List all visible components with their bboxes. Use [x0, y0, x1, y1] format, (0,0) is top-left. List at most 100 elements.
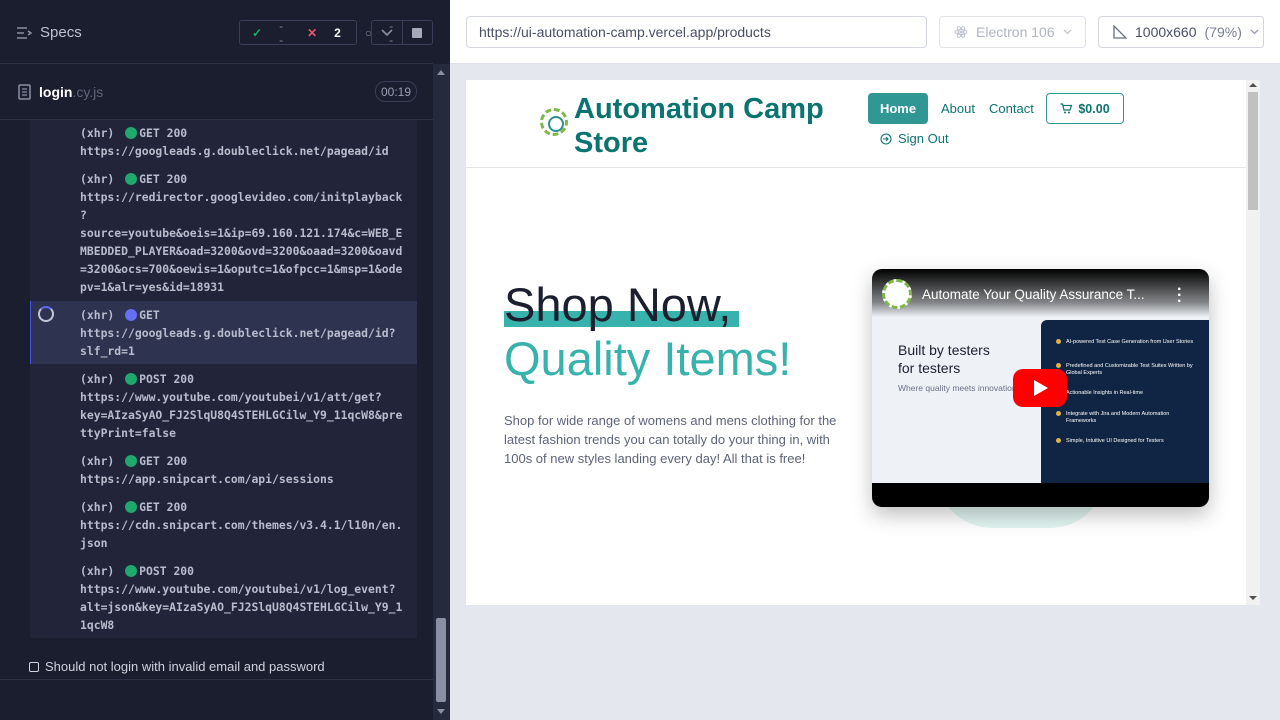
spec-file[interactable]: login.cy.js [18, 84, 103, 100]
status-pending-icon [125, 309, 138, 321]
test-item[interactable]: Should not login with invalid email and … [0, 650, 433, 680]
status-success-icon [125, 173, 138, 185]
log-entry[interactable]: (xhr) POST 200 https://www.youtube.com/y… [30, 370, 417, 442]
hero-heading-line2: Quality Items! [504, 332, 792, 385]
log-url-line: key=AIzaSyAO_FJ2SlqU8Q4STEHLGCilw_Y9_11q… [80, 408, 403, 422]
log-method: GET 200 [139, 126, 188, 140]
specs-list-icon [17, 26, 32, 39]
stop-button[interactable] [403, 21, 433, 44]
log-url-line: alt=json&key=AIzaSyAO_FJ2SlqU8Q4STEHLGCi… [80, 600, 403, 614]
command-log: (xhr) GET 200 https://googleads.g.double… [30, 120, 417, 638]
scrollbar-thumb[interactable] [1248, 92, 1258, 210]
test-title: Should not login with invalid email and … [45, 659, 325, 674]
feature-item: Integrate with Jira and Modern Automatio… [1056, 411, 1201, 425]
app-under-test-panel: https://ui-automation-camp.vercel.app/pr… [450, 0, 1280, 720]
hero-heading-line1: Shop Now, [504, 278, 739, 332]
aut-header: https://ui-automation-camp.vercel.app/pr… [450, 0, 1280, 64]
youtube-video-embed[interactable]: Built by testers for testers Where qualit… [872, 269, 1209, 507]
feature-item: Predefined and Customizable Test Suites … [1056, 363, 1201, 377]
status-success-icon [125, 455, 138, 467]
browser-name: Electron 106 [976, 24, 1055, 40]
scroll-up-arrow-icon[interactable] [1249, 83, 1257, 87]
cart-icon [1060, 103, 1073, 114]
log-method: GET [139, 308, 160, 322]
log-method: POST 200 [139, 372, 195, 386]
log-entry-active[interactable]: (xhr) GET https://googleads.g.doubleclic… [30, 301, 417, 364]
log-type: (xhr) [80, 372, 115, 386]
scrollbar-thumb[interactable] [436, 618, 446, 702]
scroll-up-arrow-icon[interactable] [437, 70, 445, 75]
check-icon: ✓ [252, 25, 263, 40]
nav-home-button[interactable]: Home [868, 93, 928, 124]
scroll-down-arrow-icon[interactable] [1249, 596, 1257, 600]
reporter-scrollbar[interactable] [433, 64, 450, 720]
feature-item: AI-powered Test Case Generation from Use… [1056, 339, 1201, 346]
hero-description: Shop for wide range of womens and mens c… [504, 413, 837, 466]
run-controls [371, 20, 433, 45]
channel-avatar-icon[interactable] [882, 279, 912, 309]
failed-count: 2 [334, 25, 341, 40]
test-stats: ✓ -- ✕ 2 ○ -- [239, 19, 393, 47]
loading-spinner-icon [38, 306, 54, 322]
log-entry[interactable]: (xhr) GET 200 https://googleads.g.double… [30, 124, 417, 164]
browser-selector[interactable]: Electron 106 [939, 16, 1086, 48]
sign-out-link[interactable]: Sign Out [880, 131, 949, 146]
log-method: GET 200 [139, 500, 188, 514]
log-method: GET 200 [139, 172, 188, 186]
aut-iframe: Automation Camp Store Home About Contact… [466, 80, 1260, 605]
site-navbar: Automation Camp Store Home About Contact… [466, 80, 1246, 168]
thumbnail-subtitle: Where quality meets innovation [898, 383, 1017, 393]
log-entry[interactable]: (xhr) GET 200 https://cdn.snipcart.com/t… [30, 498, 417, 552]
viewport-selector[interactable]: 1000x660 (79%) [1098, 16, 1264, 48]
store-logo-icon[interactable] [540, 108, 568, 136]
thumbnail-text: Built by testers [898, 342, 990, 358]
status-success-icon [125, 127, 138, 139]
log-entry[interactable]: (xhr) GET 200 https://app.snipcart.com/a… [30, 452, 417, 488]
nav-about-link[interactable]: About [941, 101, 975, 116]
log-entry[interactable]: (xhr) POST 200 https://www.youtube.com/y… [30, 562, 417, 634]
test-status-checkbox-icon [29, 661, 39, 672]
log-url-line: https://www.youtube.com/youtubei/v1/log_… [80, 582, 396, 596]
log-url-line: pv=1&alr=yes&id=18931 [80, 280, 225, 294]
store-brand[interactable]: Automation Camp Store [574, 92, 844, 160]
specs-label: Specs [40, 24, 82, 41]
chevron-down-button[interactable] [372, 21, 403, 44]
log-url-line: https://app.snipcart.com/api/sessions [80, 472, 334, 486]
log-entry[interactable]: (xhr) GET 200 https://redirector.googlev… [30, 170, 417, 296]
chevron-down-icon [1250, 29, 1259, 35]
feature-item: Actionable Insights in Real-time [1056, 390, 1201, 397]
log-type: (xhr) [80, 500, 115, 514]
sign-out-icon [880, 132, 892, 145]
video-title[interactable]: Automate Your Quality Assurance T... [922, 287, 1145, 302]
log-type: (xhr) [80, 564, 115, 578]
specs-toggle[interactable]: Specs [16, 24, 82, 41]
log-url-line: ? [80, 208, 87, 222]
status-success-icon [125, 565, 138, 577]
log-url-line: =3200&ocs=700&oewis=1&oputc=1&ofpcc=1&ms… [80, 262, 403, 276]
electron-icon [954, 26, 968, 38]
status-success-icon [125, 373, 138, 385]
more-vert-icon[interactable]: · · · [1177, 282, 1183, 310]
spec-file-ext: .cy.js [72, 84, 104, 100]
chevron-down-icon [1063, 29, 1072, 35]
page-scrollbar[interactable] [1246, 80, 1260, 605]
url-bar[interactable]: https://ui-automation-camp.vercel.app/pr… [466, 16, 927, 48]
log-method: GET 200 [139, 454, 188, 468]
log-url-line: https://cdn.snipcart.com/themes/v3.4.1/l… [80, 518, 403, 532]
play-button-icon[interactable] [1013, 369, 1067, 407]
log-url-line: https://googleads.g.doubleclick.net/page… [80, 144, 389, 158]
spec-file-row: login.cy.js 00:19 [0, 64, 433, 120]
scroll-down-arrow-icon[interactable] [437, 709, 445, 714]
spec-file-name: login [39, 84, 73, 100]
document-icon [18, 84, 31, 100]
log-url-line: json [80, 536, 108, 550]
thumbnail-text: for testers [898, 360, 961, 376]
sign-out-label: Sign Out [898, 131, 949, 146]
nav-contact-link[interactable]: Contact [989, 101, 1034, 116]
log-type: (xhr) [80, 172, 115, 186]
log-type: (xhr) [80, 126, 115, 140]
log-method: POST 200 [139, 564, 195, 578]
cart-button[interactable]: $0.00 [1046, 93, 1124, 124]
log-url-line: https://www.youtube.com/youtubei/v1/att/… [80, 390, 382, 404]
log-type: (xhr) [80, 454, 115, 468]
